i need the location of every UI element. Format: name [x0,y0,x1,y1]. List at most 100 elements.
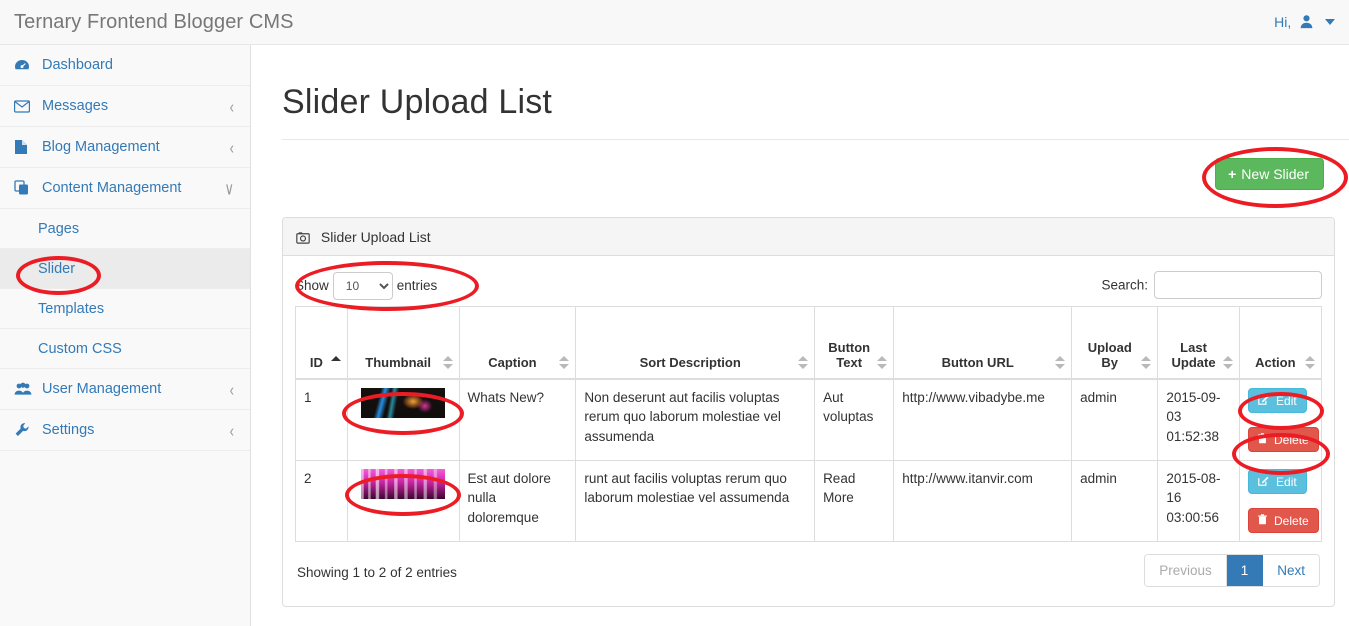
cell-id: 2 [295,459,348,542]
sidebar-item-custom-css[interactable]: Custom CSS [0,329,250,369]
pagination-next[interactable]: Next [1263,554,1319,586]
sidebar-item-messages[interactable]: Messages ‹ [0,86,250,127]
datatable-footer: Showing 1 to 2 of 2 entries Previous 1 N… [295,552,1322,598]
slider-thumbnail-1[interactable] [361,387,446,418]
sort-icon [877,355,888,369]
table-header-row: ID Thumbnail Caption Sort Description Bu… [295,306,1323,380]
title-divider [282,139,1349,140]
sidebar-chevron-left-icon: ‹ [229,378,234,400]
new-slider-button-label: New Slider [1241,166,1309,182]
sidebar-item-label: Settings [42,422,95,438]
sidebar-item-settings[interactable]: Settings ‹ [0,410,250,451]
envelope-icon [14,99,34,113]
table-info-label: Showing 1 to 2 of 2 entries [297,564,457,580]
edit-button[interactable]: Edit [1247,387,1307,413]
sidebar: Dashboard Messages ‹ Blog Management ‹ C… [0,45,251,626]
edit-pencil-icon [1257,394,1272,408]
pagination-previous[interactable]: Previous [1145,554,1227,586]
column-header-id[interactable]: ID [295,306,348,380]
column-header-last-update[interactable]: Last Update [1157,306,1240,380]
main-content: Slider Upload List + New Slider Slider Up… [252,45,1349,626]
user-menu[interactable]: Hi, [1274,0,1335,45]
panel-header: Slider Upload List [283,218,1334,256]
sidebar-item-blog-management[interactable]: Blog Management ‹ [0,127,250,168]
edit-button-label: Edit [1276,393,1297,408]
users-icon [14,382,34,396]
app-root: Ternary Frontend Blogger CMS Hi, Dashboa… [0,0,1349,626]
column-header-thumbnail[interactable]: Thumbnail [346,306,460,380]
page-title: Slider Upload List [282,83,553,121]
sort-icon [1222,355,1233,369]
slider-table: ID Thumbnail Caption Sort Description Bu… [295,306,1323,542]
sidebar-item-label: Dashboard [42,57,113,73]
sidebar-item-pages[interactable]: Pages [0,209,250,249]
cell-upload-by: admin [1071,459,1159,542]
delete-button[interactable]: Delete [1247,426,1319,452]
delete-button-label: Delete [1274,432,1309,447]
chevron-down-icon [1325,19,1335,25]
column-header-button-url[interactable]: Button URL [893,306,1073,380]
sidebar-chevron-down-icon: ∨ [224,177,234,199]
cell-sort-description: runt aut facilis voluptas rerum quo labo… [575,459,816,542]
page-length-control: Show102550100entries [295,272,437,300]
cell-action: Edit Delete [1238,378,1323,461]
cell-last-update: 2015-09-03 01:52:38 [1157,378,1240,461]
user-icon [1299,2,1314,47]
pagination-page-1[interactable]: 1 [1226,554,1264,586]
column-header-caption[interactable]: Caption [458,306,577,380]
edit-button[interactable]: Edit [1247,468,1307,494]
table-row: 1 Whats New? Non deserunt aut facilis vo… [295,378,1323,461]
sidebar-item-user-management[interactable]: User Management ‹ [0,369,250,410]
column-header-action[interactable]: Action [1238,306,1323,380]
column-label: Button URL [941,354,1014,370]
edit-pencil-icon [1257,475,1272,489]
sort-icon [559,355,570,369]
camera-icon [296,220,310,258]
column-label: Sort Description [639,354,741,370]
column-label: Last Update [1171,339,1216,370]
column-label: Thumbnail [365,354,432,370]
trash-icon [1257,513,1270,528]
delete-button[interactable]: Delete [1247,507,1319,533]
app-brand-title[interactable]: Ternary Frontend Blogger CMS [14,0,294,45]
new-slider-button[interactable]: + New Slider [1215,158,1324,190]
sidebar-chevron-left-icon: ‹ [229,136,234,158]
column-label: ID [309,354,323,370]
sidebar-subitem-label: Templates [38,300,105,317]
page-length-select[interactable]: 102550100 [332,272,393,300]
sidebar-subitem-label: Slider [38,260,76,277]
column-label: Button Text [828,339,871,370]
sort-icon [442,355,453,369]
slider-thumbnail-2[interactable] [361,468,446,499]
search-control: Search: [1101,271,1322,299]
edit-button-label: Edit [1276,474,1297,489]
sidebar-item-content-management[interactable]: Content Management ∨ [0,168,250,209]
greeting-label: Hi, [1274,14,1292,30]
entries-label: entries [396,278,438,293]
sidebar-item-label: Blog Management [42,139,160,155]
cell-last-update: 2015-08-16 03:00:56 [1157,459,1240,542]
column-header-sort-description[interactable]: Sort Description [575,306,816,380]
show-label: Show [295,278,329,293]
column-header-button-text[interactable]: Button Text [814,306,895,380]
sidebar-item-dashboard[interactable]: Dashboard [0,45,250,86]
sidebar-subitem-label: Pages [38,220,80,237]
slider-list-panel: Slider Upload List Show102550100entries … [282,217,1335,607]
top-navbar: Ternary Frontend Blogger CMS Hi, [0,0,1349,45]
cell-upload-by: admin [1071,378,1159,461]
plus-icon: + [1228,166,1237,182]
search-input[interactable] [1154,271,1322,299]
sidebar-item-slider[interactable]: Slider [0,249,250,289]
delete-button-label: Delete [1274,513,1309,528]
cell-button-text: Read More [814,459,895,542]
sort-icon [1141,355,1152,369]
column-header-upload-by[interactable]: Upload By [1071,306,1159,380]
sidebar-item-templates[interactable]: Templates [0,289,250,329]
cell-thumbnail [346,378,460,461]
copy-icon [14,180,34,196]
cell-id: 1 [295,378,348,461]
trash-icon [1257,432,1270,447]
column-label: Upload By [1087,339,1132,370]
column-label: Caption [488,354,537,370]
column-label: Action [1255,354,1296,370]
